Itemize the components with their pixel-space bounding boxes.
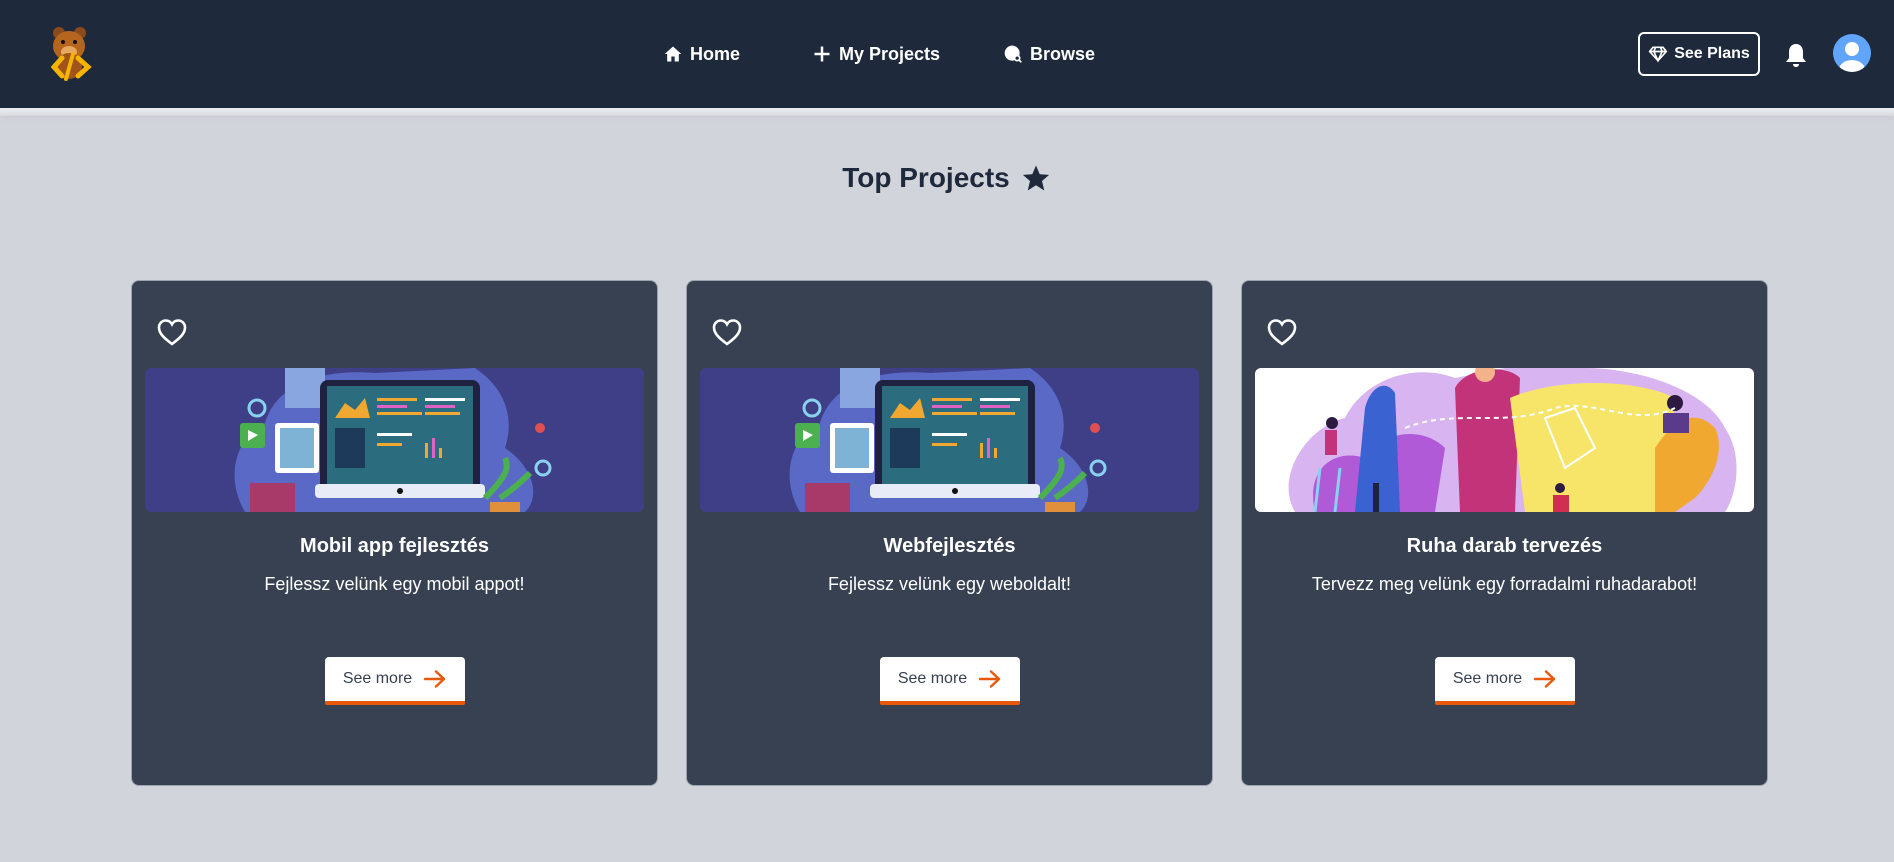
nav-divider xyxy=(0,108,1894,116)
see-plans-label: See Plans xyxy=(1674,45,1750,62)
arrow-right-icon xyxy=(979,670,1001,688)
heart-icon[interactable] xyxy=(1266,317,1298,347)
project-card: Mobil app fejlesztés Fejlessz velünk egy… xyxy=(131,280,658,786)
project-image-fashion xyxy=(1255,368,1754,512)
logo-icon[interactable] xyxy=(42,24,100,82)
arrow-right-icon xyxy=(424,670,446,688)
nav-my-projects-link[interactable]: My Projects xyxy=(812,40,940,68)
globe-icon xyxy=(1004,45,1022,63)
card-title: Ruha darab tervezés xyxy=(1406,535,1603,557)
nav-browse-label: Browse xyxy=(1030,43,1096,64)
project-image-mobile xyxy=(145,368,644,512)
nav-home-link[interactable]: Home xyxy=(663,40,740,68)
card-description: Tervezz meg velünk egy forradalmi ruhada… xyxy=(1311,574,1698,594)
section-heading: Top Projects xyxy=(0,162,1894,194)
see-more-label: See more xyxy=(897,670,968,687)
star-icon xyxy=(1022,165,1049,191)
nav-my-projects-label: My Projects xyxy=(839,43,941,64)
card-description: Fejlessz velünk egy weboldalt! xyxy=(827,574,1072,594)
heart-icon[interactable] xyxy=(156,317,188,347)
plus-icon xyxy=(814,46,830,62)
navbar: Home My Projects Browse See Plans xyxy=(0,0,1894,108)
project-card: Webfejlesztés Fejlessz velünk egy webold… xyxy=(686,280,1213,786)
nav-home-label: Home xyxy=(690,43,741,64)
heart-icon[interactable] xyxy=(711,317,743,347)
see-plans-button[interactable]: See Plans xyxy=(1638,32,1760,76)
card-description: Fejlessz velünk egy mobil appot! xyxy=(264,574,525,594)
bell-icon[interactable] xyxy=(1784,42,1808,68)
user-avatar[interactable] xyxy=(1833,34,1871,72)
arrow-right-icon xyxy=(1534,670,1556,688)
see-more-button[interactable]: See more xyxy=(1434,657,1575,705)
project-card: Ruha darab tervezés Tervezz meg velünk e… xyxy=(1241,280,1768,786)
user-icon xyxy=(1839,42,1865,72)
see-more-button[interactable]: See more xyxy=(324,657,465,705)
card-title: Mobil app fejlesztés xyxy=(300,535,489,557)
card-title: Webfejlesztés xyxy=(883,535,1016,557)
home-icon xyxy=(664,46,682,62)
see-more-label: See more xyxy=(1452,670,1523,687)
section-title: Top Projects xyxy=(842,162,1010,193)
nav-browse-link[interactable]: Browse xyxy=(1003,40,1095,68)
see-more-button[interactable]: See more xyxy=(879,657,1020,705)
project-image-web xyxy=(700,368,1199,512)
diamond-icon xyxy=(1648,46,1668,63)
see-more-label: See more xyxy=(342,670,413,687)
